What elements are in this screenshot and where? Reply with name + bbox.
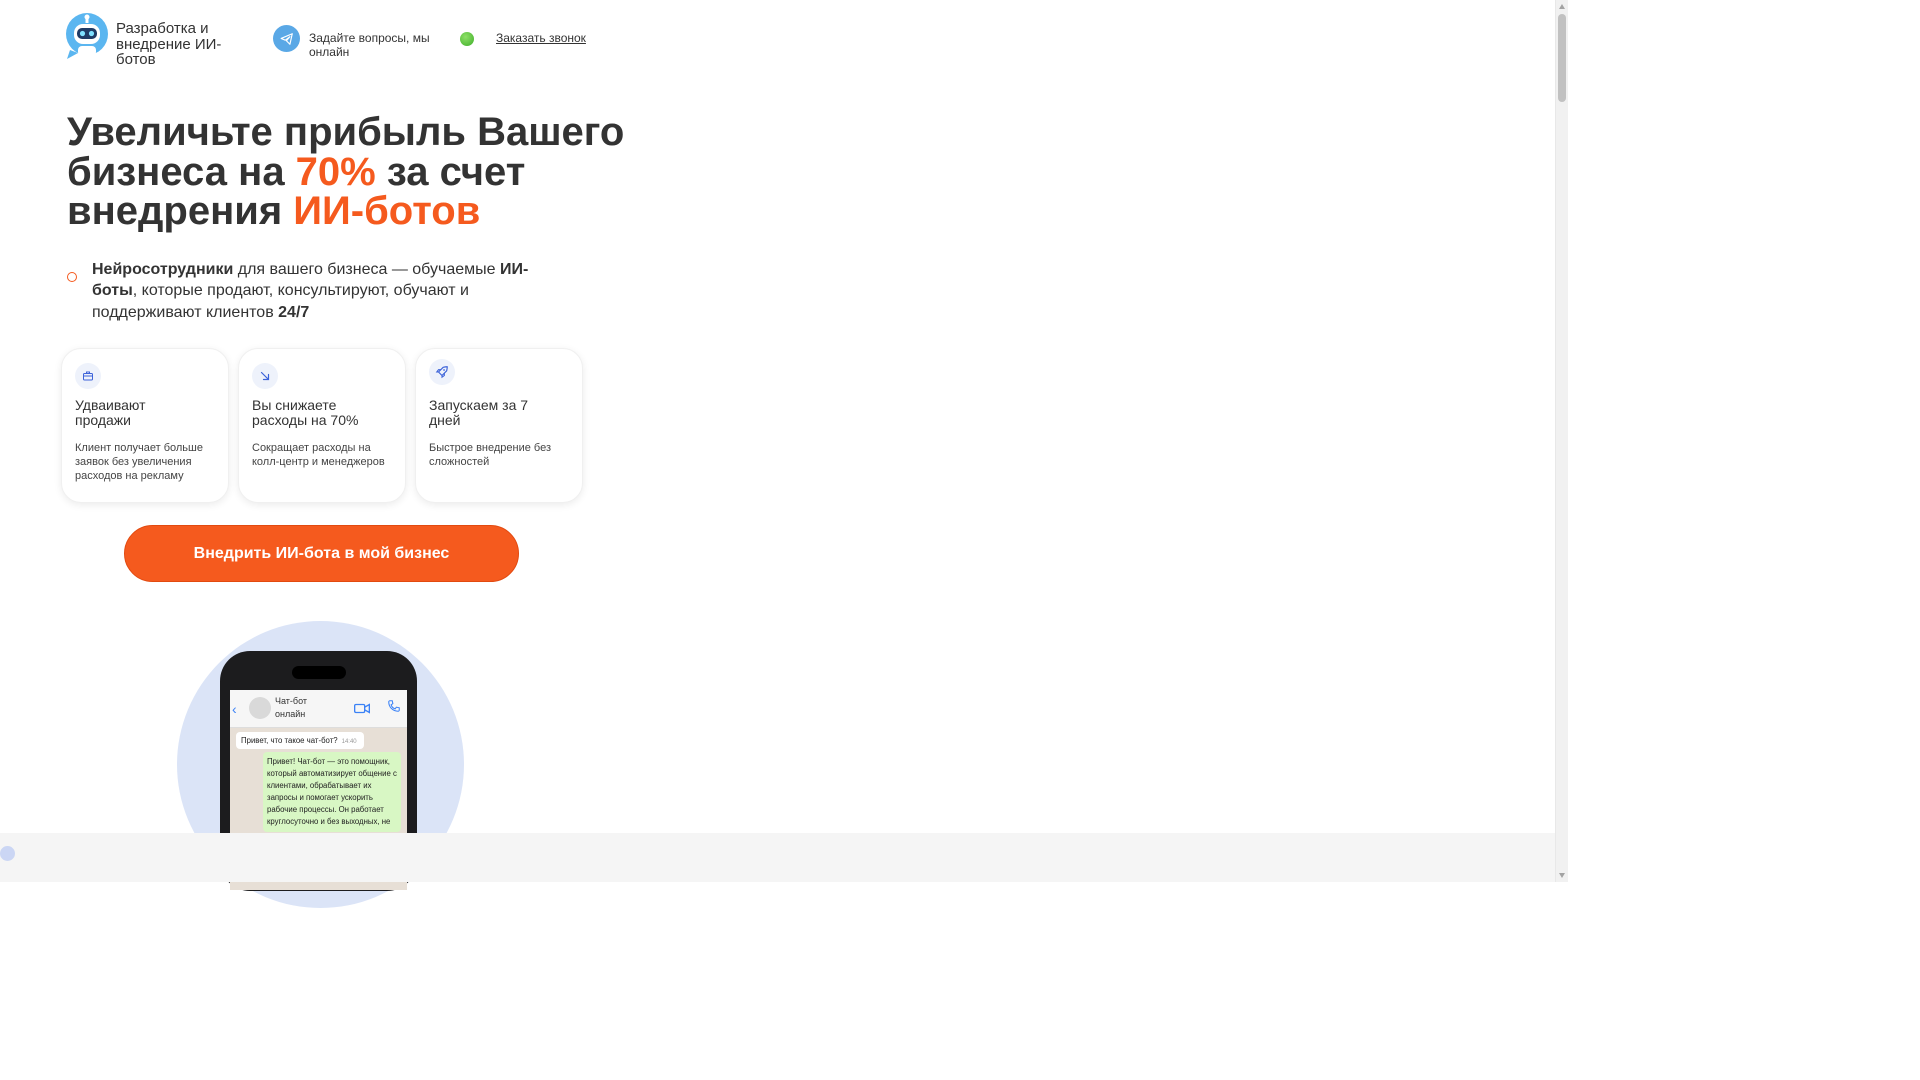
rocket-icon <box>429 359 455 385</box>
order-call-link[interactable]: Заказать звонок <box>496 31 586 45</box>
telegram-icon[interactable] <box>273 25 300 52</box>
floating-widget-dot[interactable] <box>0 846 15 861</box>
online-status-icon <box>460 32 474 46</box>
feature-text: Быстрое внедрение без сложностей <box>429 442 552 468</box>
hero-title-accent-bots: ИИ-ботов <box>293 189 481 233</box>
chat-message-incoming: Привет, что такое чат-бот? 14:40 <box>236 732 364 749</box>
feature-text: Сокращает расходы на колл-центр и менедж… <box>252 442 385 468</box>
video-call-icon <box>354 701 370 719</box>
lead-text-1: для вашего бизнеса — обучаемые <box>233 261 500 278</box>
briefcase-icon <box>75 363 101 389</box>
feature-card-sales: Удваивают продажи Клиент получает больше… <box>61 348 229 503</box>
incoming-text: Привет, что такое чат-бот? <box>241 736 338 745</box>
site-header: Разработка и внедрение ИИ-ботов Задайте … <box>0 0 600 80</box>
scroll-up-arrow-icon[interactable] <box>1559 4 1565 9</box>
brand-name: Разработка и внедрение ИИ-ботов <box>116 20 222 68</box>
scrollbar-thumb[interactable] <box>1558 14 1566 102</box>
feature-title: Удваивают продажи <box>75 397 146 428</box>
phone-notch <box>292 666 346 679</box>
lead-bullet-icon <box>67 272 77 282</box>
hero-lead: Нейросотрудники для вашего бизнеса — обу… <box>92 259 532 323</box>
chevron-left-icon: ‹ <box>232 701 237 717</box>
feature-card-costs: Вы снижаете расходы на 70% Сокращает рас… <box>238 348 406 503</box>
chat-contact-name: Чат-бот онлайн <box>275 696 308 719</box>
implement-bot-button[interactable]: Внедрить ИИ-бота в мой бизнес <box>124 525 519 582</box>
ask-online-text: Задайте вопросы, мы онлайн <box>309 31 430 59</box>
robot-logo-icon[interactable] <box>64 12 110 60</box>
feature-card-launch: Запускаем за 7 дней Быстрое внедрение бе… <box>415 348 583 503</box>
feature-title: Запускаем за 7 дней <box>429 397 529 428</box>
chat-header: ‹ Чат-бот онлайн <box>230 690 407 728</box>
hero-title-accent-percent: 70% <box>295 149 376 194</box>
avatar <box>249 697 271 719</box>
arrow-down-right-icon <box>252 363 278 389</box>
message-time: 14:40 <box>341 739 357 745</box>
page-scrollbar[interactable] <box>1555 0 1568 882</box>
feature-text: Клиент получает больше заявок без увелич… <box>75 442 203 482</box>
phone-call-icon <box>387 699 401 718</box>
lead-bold-247: 24/7 <box>278 303 310 321</box>
bottom-bar <box>0 833 1555 882</box>
chat-message-outgoing: Привет! Чат-бот — это помощник, который … <box>263 752 401 832</box>
feature-title: Вы снижаете расходы на 70% <box>252 397 359 428</box>
hero-title: Увеличьте прибыль Вашего бизнеса на 70% … <box>67 112 627 233</box>
lead-bold-neuro: Нейросотрудники <box>92 261 234 278</box>
scroll-down-arrow-icon[interactable] <box>1559 873 1565 878</box>
